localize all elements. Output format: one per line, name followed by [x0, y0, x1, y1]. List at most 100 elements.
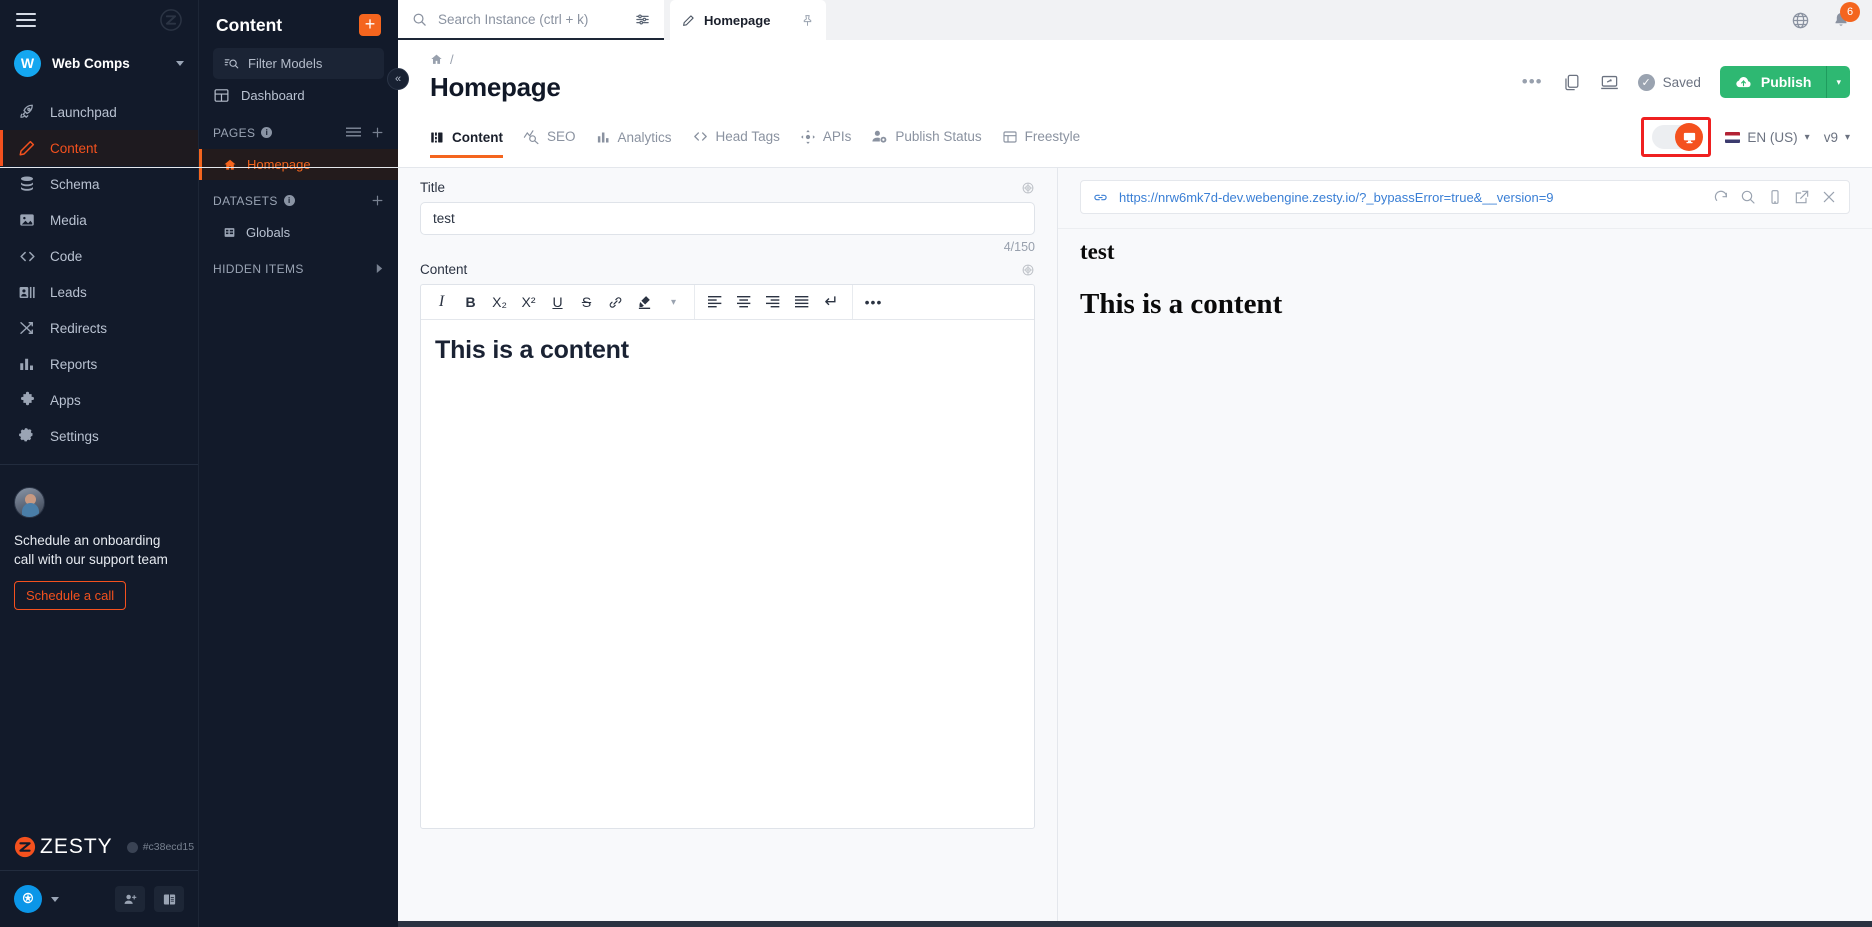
language-selector[interactable]: EN (US) ▾: [1725, 129, 1810, 145]
superscript-icon[interactable]: X²: [514, 285, 543, 319]
open-external-icon[interactable]: [1794, 189, 1810, 205]
present-screen-icon[interactable]: [1600, 73, 1619, 92]
title-input[interactable]: [420, 202, 1035, 235]
subscript-icon[interactable]: X₂: [485, 285, 514, 319]
field-settings-icon[interactable]: [1021, 263, 1035, 277]
more-options-icon[interactable]: •••: [859, 285, 888, 319]
section-label: DATASETS: [213, 193, 278, 208]
sidebar-item-label: Leads: [50, 284, 87, 300]
tab-label: APIs: [822, 129, 852, 144]
tab-freestyle[interactable]: Freestyle: [1002, 129, 1080, 158]
tab-publish-status[interactable]: Publish Status: [871, 128, 982, 158]
language-label: EN (US): [1747, 129, 1798, 145]
close-icon[interactable]: [1821, 189, 1837, 205]
mobile-device-icon[interactable]: [1767, 189, 1783, 205]
add-content-button[interactable]: +: [359, 14, 381, 36]
sidebar-item-schema[interactable]: Schema: [0, 166, 198, 202]
content-item-globals[interactable]: Globals: [199, 217, 398, 248]
align-justify-icon[interactable]: [788, 285, 817, 319]
tab-analytics[interactable]: Analytics: [596, 130, 672, 158]
publish-dropdown-caret[interactable]: ▾: [1827, 66, 1850, 98]
search-input[interactable]: Search Instance (ctrl + k): [398, 0, 664, 40]
line-break-icon[interactable]: ↵: [817, 285, 846, 319]
strikethrough-icon[interactable]: S: [572, 285, 601, 319]
rte-content-area[interactable]: This is a content: [421, 320, 1034, 828]
align-center-icon[interactable]: [730, 285, 759, 319]
zesty-z-icon: [160, 9, 182, 31]
open-tab-homepage[interactable]: Homepage: [670, 0, 826, 40]
workspace-switcher[interactable]: W Web Comps: [0, 40, 198, 86]
sidebar-item-leads[interactable]: Leads: [0, 274, 198, 310]
sidebar-item-media[interactable]: Media: [0, 202, 198, 238]
sidebar-item-code[interactable]: Code: [0, 238, 198, 274]
zesty-word-label: ZESTY: [40, 835, 113, 858]
tab-head-tags[interactable]: Head Tags: [692, 128, 780, 158]
add-user-icon[interactable]: [115, 886, 145, 912]
onboarding-promo: Schedule an onboarding call with our sup…: [0, 465, 198, 610]
version-selector[interactable]: v9 ▾: [1824, 130, 1850, 145]
sidebar-item-label: Redirects: [50, 320, 108, 336]
add-dataset-icon[interactable]: [371, 194, 384, 207]
align-right-icon[interactable]: [759, 285, 788, 319]
schedule-call-button[interactable]: Schedule a call: [14, 581, 127, 610]
tab-seo[interactable]: SEO: [523, 128, 576, 158]
cloud-upload-icon: [1736, 76, 1751, 87]
filter-models-label: Filter Models: [248, 56, 323, 71]
us-flag-icon: [1725, 131, 1741, 143]
highlight-pen-icon[interactable]: [630, 285, 659, 319]
preview-iframe[interactable]: test This is a content: [1058, 228, 1872, 921]
link-icon[interactable]: [601, 285, 630, 319]
sidebar-item-reports[interactable]: Reports: [0, 346, 198, 382]
refresh-icon[interactable]: [1713, 189, 1729, 205]
sidebar-item-apps[interactable]: Apps: [0, 382, 198, 418]
section-header-hidden-items[interactable]: HIDDEN ITEMS: [199, 252, 398, 285]
chevron-down-icon[interactable]: ▾: [659, 285, 688, 319]
tab-content[interactable]: Content: [430, 130, 503, 158]
status-badge: ✓ Saved: [1637, 73, 1701, 91]
publish-button[interactable]: Publish ▾: [1719, 66, 1850, 98]
preview-url-text[interactable]: https://nrw6mk7d-dev.webengine.zesty.io/…: [1119, 190, 1702, 205]
chevron-down-icon[interactable]: [51, 896, 59, 902]
chevron-right-icon[interactable]: [375, 263, 384, 274]
tabs-right-controls: EN (US) ▾ v9 ▾: [1641, 117, 1872, 167]
more-actions-button[interactable]: •••: [1522, 72, 1543, 92]
user-account-icon[interactable]: ⍟: [14, 885, 42, 913]
globe-icon[interactable]: [1791, 11, 1810, 30]
publish-main[interactable]: Publish: [1720, 66, 1827, 98]
device-preview-toggle[interactable]: [1652, 123, 1704, 151]
docs-book-icon[interactable]: [154, 886, 184, 912]
tab-label: SEO: [547, 128, 576, 144]
tab-apis[interactable]: APIs: [800, 129, 852, 158]
section-header-datasets: DATASETS i: [199, 184, 398, 217]
search-placeholder: Search Instance (ctrl + k): [438, 11, 589, 27]
preview-column: https://nrw6mk7d-dev.webengine.zesty.io/…: [1058, 168, 1872, 921]
italic-icon[interactable]: I: [427, 285, 456, 319]
info-icon[interactable]: i: [283, 195, 295, 206]
home-icon[interactable]: [430, 53, 443, 66]
header-actions: ••• ✓ Saved Publish ▾: [1522, 52, 1872, 98]
sidebar-item-label: Media: [50, 212, 87, 228]
code-brackets-icon: [693, 131, 707, 141]
filter-models-input[interactable]: Filter Models: [213, 48, 384, 79]
sliders-icon[interactable]: [635, 12, 650, 27]
saved-label: Saved: [1662, 74, 1701, 90]
chevron-down-icon: ▾: [1844, 131, 1850, 143]
copy-icon[interactable]: [1562, 73, 1581, 92]
zoom-search-icon[interactable]: [1740, 189, 1756, 205]
collapse-panel-button[interactable]: «: [387, 68, 409, 90]
sidebar-item-redirects[interactable]: Redirects: [0, 310, 198, 346]
sidebar-top-row: [0, 0, 198, 40]
hamburger-icon[interactable]: [16, 13, 36, 27]
bold-icon[interactable]: B: [456, 285, 485, 319]
underline-icon[interactable]: U: [543, 285, 572, 319]
sidebar-item-settings[interactable]: Settings: [0, 418, 198, 454]
title-char-counter: 4/150: [1003, 240, 1035, 254]
pin-icon[interactable]: [801, 14, 814, 27]
app-root: W Web Comps Launchpad Content Schema Med…: [0, 0, 1872, 927]
field-settings-icon[interactable]: [1021, 181, 1035, 195]
dashboard-item[interactable]: Dashboard: [199, 79, 398, 112]
align-left-icon[interactable]: [701, 285, 730, 319]
zesty-z-icon: [14, 836, 36, 858]
device-toggle-highlight: [1641, 117, 1712, 157]
title-field-label: Title: [420, 180, 446, 195]
